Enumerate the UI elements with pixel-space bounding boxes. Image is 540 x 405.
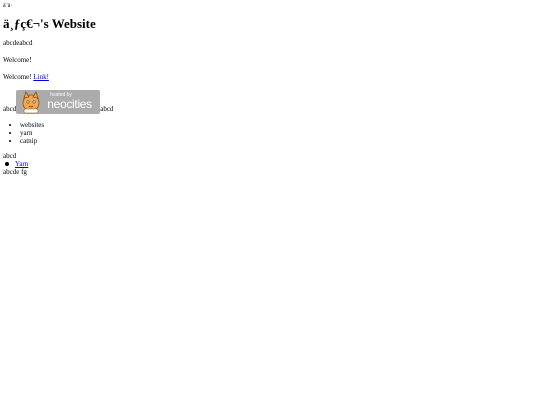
badge-row: abcd hosted by neocities abcd — [3, 90, 537, 115]
page: ä¨ä· ä¸ƒç€¬'s Website abcdeabcd Welcome!… — [0, 0, 537, 402]
welcome-link[interactable]: Link! — [33, 73, 49, 81]
small-title: ä¨ä· — [3, 3, 13, 9]
neocities-badge[interactable]: hosted by neocities — [16, 90, 101, 115]
paragraph-welcome-link: Welcome! Link! — [3, 73, 537, 81]
badge-brand-text: neocities — [47, 97, 92, 112]
cat-icon — [22, 91, 40, 114]
page-title: ä¸ƒç€¬'s Website — [3, 15, 96, 31]
welcome-text: Welcome! — [3, 73, 34, 82]
paragraph-welcome: Welcome! — [3, 56, 32, 65]
list-item: websites — [20, 122, 537, 130]
list-item: catnip — [20, 137, 537, 146]
bullet-icon — [5, 162, 9, 167]
badge-left-text: abcd — [3, 105, 17, 114]
paragraph-abcdeabcd: abcdeabcd — [3, 39, 33, 48]
interest-list: websites yarn catnip — [3, 122, 537, 145]
list-item: yarn — [20, 129, 537, 138]
footer-text: abcde fg — [3, 168, 27, 177]
yarn-link[interactable]: Yarn — [15, 160, 28, 168]
badge-right-text: abcd — [100, 105, 114, 114]
link-list-item: Yarn — [3, 160, 537, 168]
after-list-text: abcd — [3, 152, 17, 161]
link-list: Yarn — [3, 160, 537, 168]
